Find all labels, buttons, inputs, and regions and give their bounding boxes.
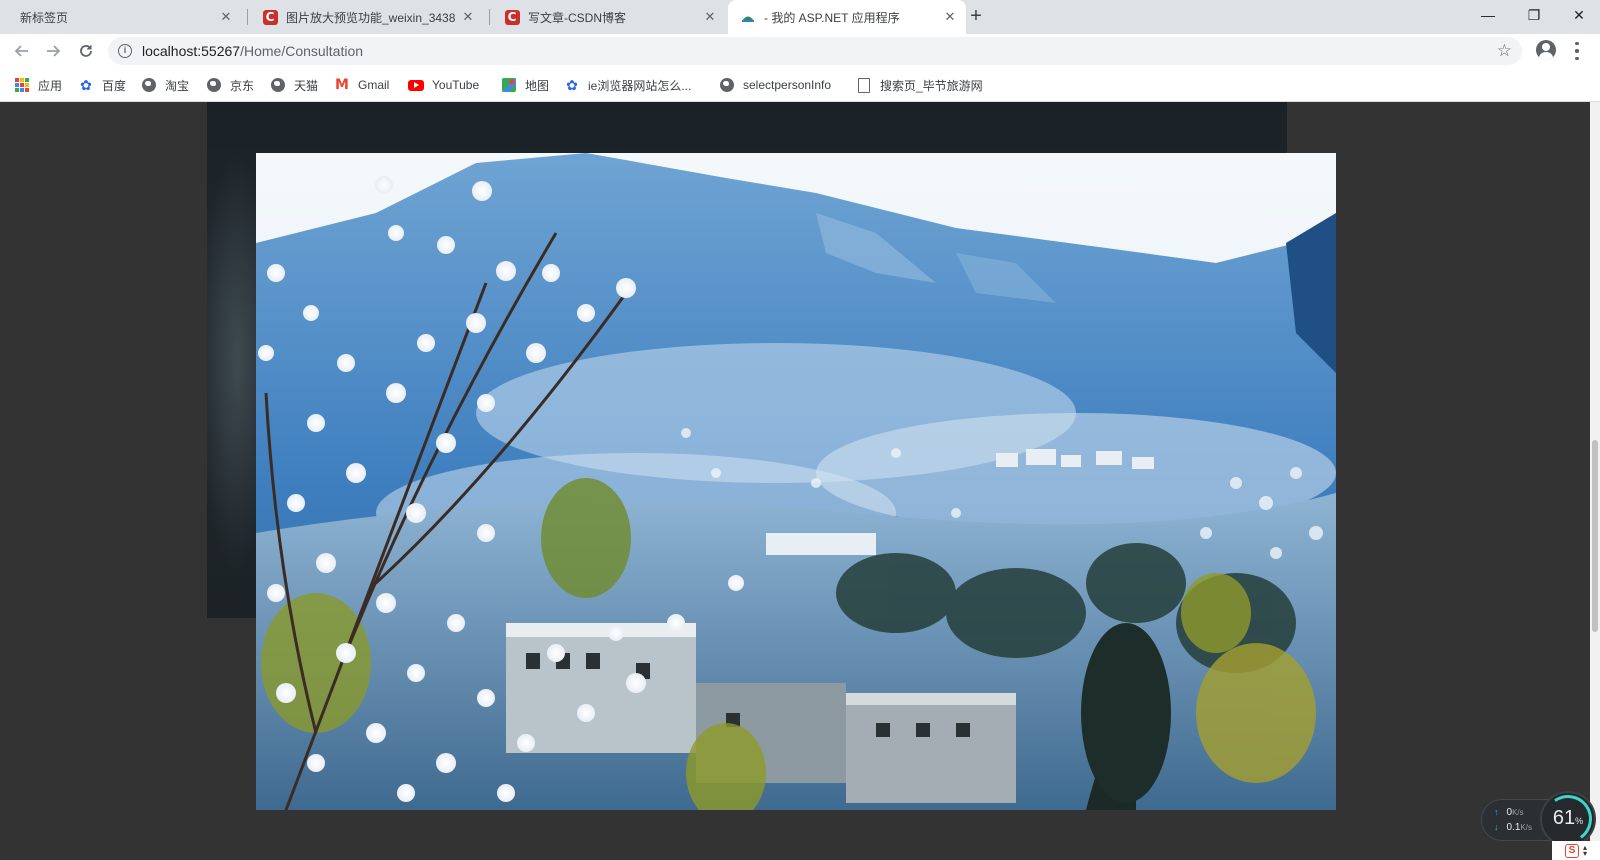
site-info-icon[interactable]: i bbox=[118, 44, 132, 58]
tray-expand-icon[interactable]: ▴ ▾ bbox=[1583, 843, 1587, 857]
profile-avatar-icon[interactable] bbox=[1536, 40, 1556, 60]
scrollbar-thumb[interactable] bbox=[1592, 440, 1598, 632]
bookmark-label: ie浏览器网站怎么... bbox=[588, 78, 692, 93]
csdn-favicon-icon: C bbox=[504, 9, 520, 25]
tab-separator bbox=[247, 9, 248, 25]
globe-icon bbox=[206, 77, 222, 93]
page-content bbox=[0, 102, 1600, 860]
forward-arrow-icon[interactable] bbox=[41, 39, 65, 63]
download-speed: ↓ 0.1K/s bbox=[1494, 822, 1532, 833]
back-arrow-icon[interactable] bbox=[10, 39, 34, 63]
enlarged-preview-image[interactable] bbox=[256, 153, 1336, 810]
cpu-unit: % bbox=[1575, 816, 1584, 826]
tab-strip: 新标签页 ✕ C 图片放大预览功能_weixin_3438 ✕ C 写文章-CS… bbox=[0, 0, 1600, 34]
tab-aspnet-app[interactable]: - 我的 ASP.NET 应用程序 ✕ bbox=[728, 0, 966, 34]
url-path: /Home/Consultation bbox=[240, 43, 364, 59]
upload-arrow-icon: ↑ bbox=[1494, 807, 1499, 817]
cpu-percent: 61% bbox=[1542, 807, 1594, 830]
download-unit: K/s bbox=[1520, 823, 1532, 832]
app-favicon-icon bbox=[740, 9, 756, 25]
bookmark-maps[interactable]: 地图 bbox=[501, 75, 549, 95]
bookmark-star-icon[interactable]: ☆ bbox=[1497, 41, 1512, 61]
document-icon bbox=[856, 77, 872, 93]
bookmark-baidu[interactable]: ✿ 百度 bbox=[78, 75, 126, 95]
reload-icon[interactable] bbox=[74, 39, 98, 63]
globe-icon bbox=[270, 77, 286, 93]
vertical-scrollbar[interactable] bbox=[1590, 102, 1600, 860]
bookmarks-bar: 应用 ✿ 百度 淘宝 京东 天猫 M Gmail YouTube 地图 ✿ ie… bbox=[0, 68, 1600, 102]
bookmark-label: YouTube bbox=[432, 78, 480, 92]
address-bar[interactable]: i localhost:55267/Home/Consultation ☆ bbox=[108, 37, 1522, 65]
bookmark-label: 地图 bbox=[525, 78, 550, 93]
bookmark-tmall[interactable]: 天猫 bbox=[270, 75, 318, 95]
cpu-usage-gauge[interactable]: 61% bbox=[1540, 791, 1596, 847]
tab-separator bbox=[489, 9, 490, 25]
baidu-paw-icon: ✿ bbox=[566, 76, 578, 93]
input-method-icon[interactable]: S bbox=[1564, 843, 1579, 858]
bookmark-label: selectpersonInfo bbox=[743, 78, 832, 92]
globe-icon bbox=[719, 77, 735, 93]
tab-close-icon[interactable]: ✕ bbox=[218, 9, 234, 25]
bookmark-label: 天猫 bbox=[294, 78, 319, 93]
tab-close-icon[interactable]: ✕ bbox=[702, 9, 718, 25]
cpu-value: 61 bbox=[1552, 807, 1576, 829]
minimize-button[interactable]: — bbox=[1465, 0, 1511, 30]
tab-close-icon[interactable]: ✕ bbox=[942, 9, 958, 25]
tab-close-icon[interactable]: ✕ bbox=[460, 9, 476, 25]
bookmark-label: 应用 bbox=[38, 78, 63, 93]
maps-icon bbox=[501, 77, 517, 93]
system-tray: S ▴ ▾ bbox=[1552, 841, 1600, 860]
browser-toolbar: i localhost:55267/Home/Consultation ☆ bbox=[0, 34, 1600, 68]
bookmark-label: 淘宝 bbox=[165, 78, 190, 93]
url-text: localhost:55267/Home/Consultation bbox=[142, 43, 363, 59]
bookmark-bijie-travel[interactable]: 搜索页_毕节旅游网 bbox=[856, 75, 983, 95]
bookmark-label: Gmail bbox=[358, 78, 390, 92]
bookmark-jd[interactable]: 京东 bbox=[206, 75, 254, 95]
tab-csdn-write[interactable]: C 写文章-CSDN博客 ✕ bbox=[492, 0, 726, 34]
download-arrow-icon: ↓ bbox=[1494, 822, 1499, 832]
tab-image-preview[interactable]: C 图片放大预览功能_weixin_3438 ✕ bbox=[250, 0, 484, 34]
window-close-button[interactable]: ✕ bbox=[1556, 0, 1600, 30]
download-value: 0.1 bbox=[1506, 822, 1521, 833]
browser-menu-icon[interactable] bbox=[1574, 40, 1580, 62]
upload-unit: K/s bbox=[1512, 808, 1524, 817]
bookmark-gmail[interactable]: M Gmail bbox=[334, 75, 389, 95]
youtube-icon bbox=[408, 77, 424, 93]
apps-grid-icon bbox=[14, 77, 30, 93]
globe-icon bbox=[141, 77, 157, 93]
bookmark-apps[interactable]: 应用 bbox=[14, 75, 62, 95]
bookmark-label: 京东 bbox=[230, 78, 255, 93]
tab-new-tab[interactable]: 新标签页 ✕ bbox=[8, 0, 242, 34]
gmail-icon: M bbox=[335, 77, 349, 93]
csdn-favicon-icon: C bbox=[262, 9, 278, 25]
bookmark-label: 搜索页_毕节旅游网 bbox=[880, 78, 983, 93]
bookmark-ie-question[interactable]: ✿ ie浏览器网站怎么... bbox=[564, 75, 691, 95]
bookmark-taobao[interactable]: 淘宝 bbox=[141, 75, 189, 95]
bookmark-label: 百度 bbox=[102, 78, 127, 93]
tab-title: 写文章-CSDN博客 bbox=[528, 10, 626, 25]
tab-title: - 我的 ASP.NET 应用程序 bbox=[764, 10, 900, 25]
bookmark-selectpersoninfo[interactable]: selectpersonInfo bbox=[719, 75, 831, 95]
upload-speed: ↑ 0K/s bbox=[1494, 807, 1524, 818]
baidu-paw-icon: ✿ bbox=[80, 76, 92, 93]
bookmark-youtube[interactable]: YouTube bbox=[408, 75, 479, 95]
url-host: localhost:55267 bbox=[142, 43, 241, 59]
tab-title: 新标签页 bbox=[20, 10, 69, 25]
new-tab-button[interactable]: + bbox=[964, 5, 988, 29]
restore-button[interactable]: ❐ bbox=[1511, 0, 1557, 30]
tab-title: 图片放大预览功能_weixin_3438 bbox=[286, 10, 456, 25]
